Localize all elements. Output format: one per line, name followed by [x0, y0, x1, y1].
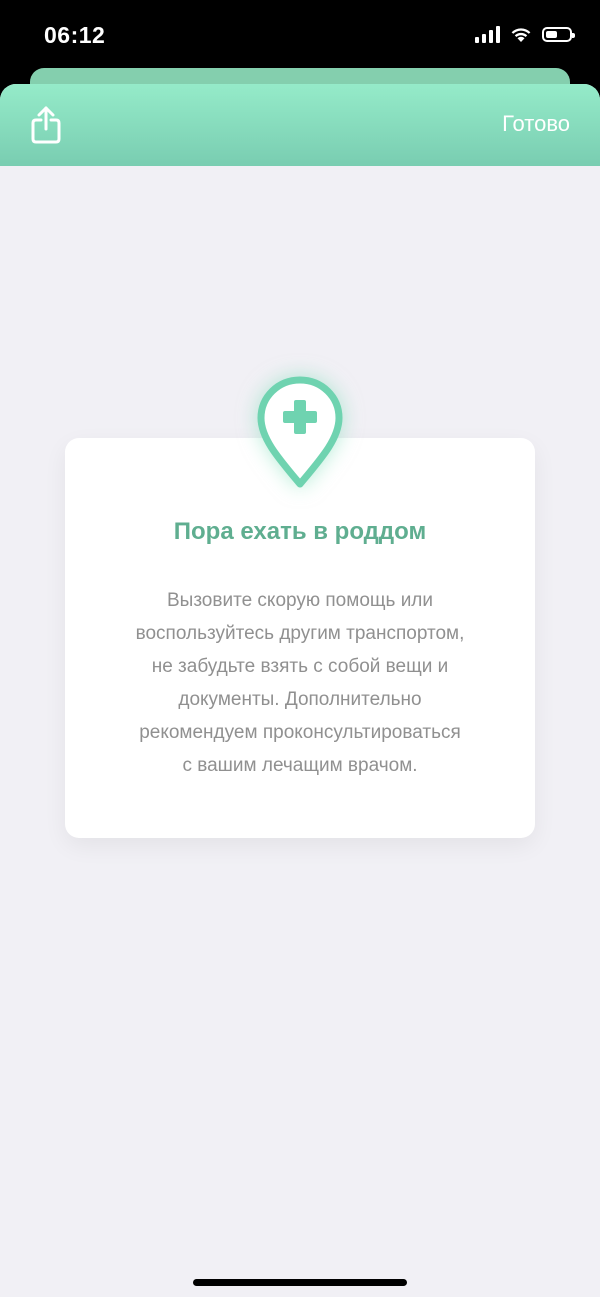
sheet-header: Готово — [0, 84, 600, 166]
card-body: Вызовите скорую помощь или воспользуйтес… — [95, 584, 505, 782]
card-title: Пора ехать в роддом — [173, 518, 427, 545]
done-button[interactable]: Готово — [502, 111, 570, 137]
battery-level — [546, 31, 557, 38]
card-body-line: с вашим лечащим врачом. — [182, 755, 418, 776]
status-bar: 06:12 — [0, 0, 600, 70]
card-body-line: документы. Дополнительно — [178, 689, 422, 710]
home-indicator[interactable] — [193, 1279, 407, 1286]
share-button[interactable] — [26, 102, 66, 148]
card-body-line: не забудьте взять с собой вещи и — [151, 656, 449, 677]
cellular-signal-icon — [475, 26, 500, 43]
card-body-line: воспользуйтесь другим транспортом, — [135, 623, 465, 644]
battery-icon — [542, 27, 575, 42]
card-body-line: Вызовите скорую помощь или — [166, 590, 434, 611]
card-body-line: рекомендуем проконсультироваться — [139, 722, 461, 743]
wifi-icon — [511, 28, 531, 42]
status-icons — [475, 26, 575, 43]
modal-sheet: Готово Пора ехать в роддом Вызовите скор… — [0, 84, 600, 1297]
hospital-location-pin-icon — [257, 376, 343, 488]
share-icon — [31, 106, 61, 144]
info-card: Пора ехать в роддом Вызовите скорую помо… — [65, 438, 535, 838]
status-time: 06:12 — [44, 22, 106, 48]
